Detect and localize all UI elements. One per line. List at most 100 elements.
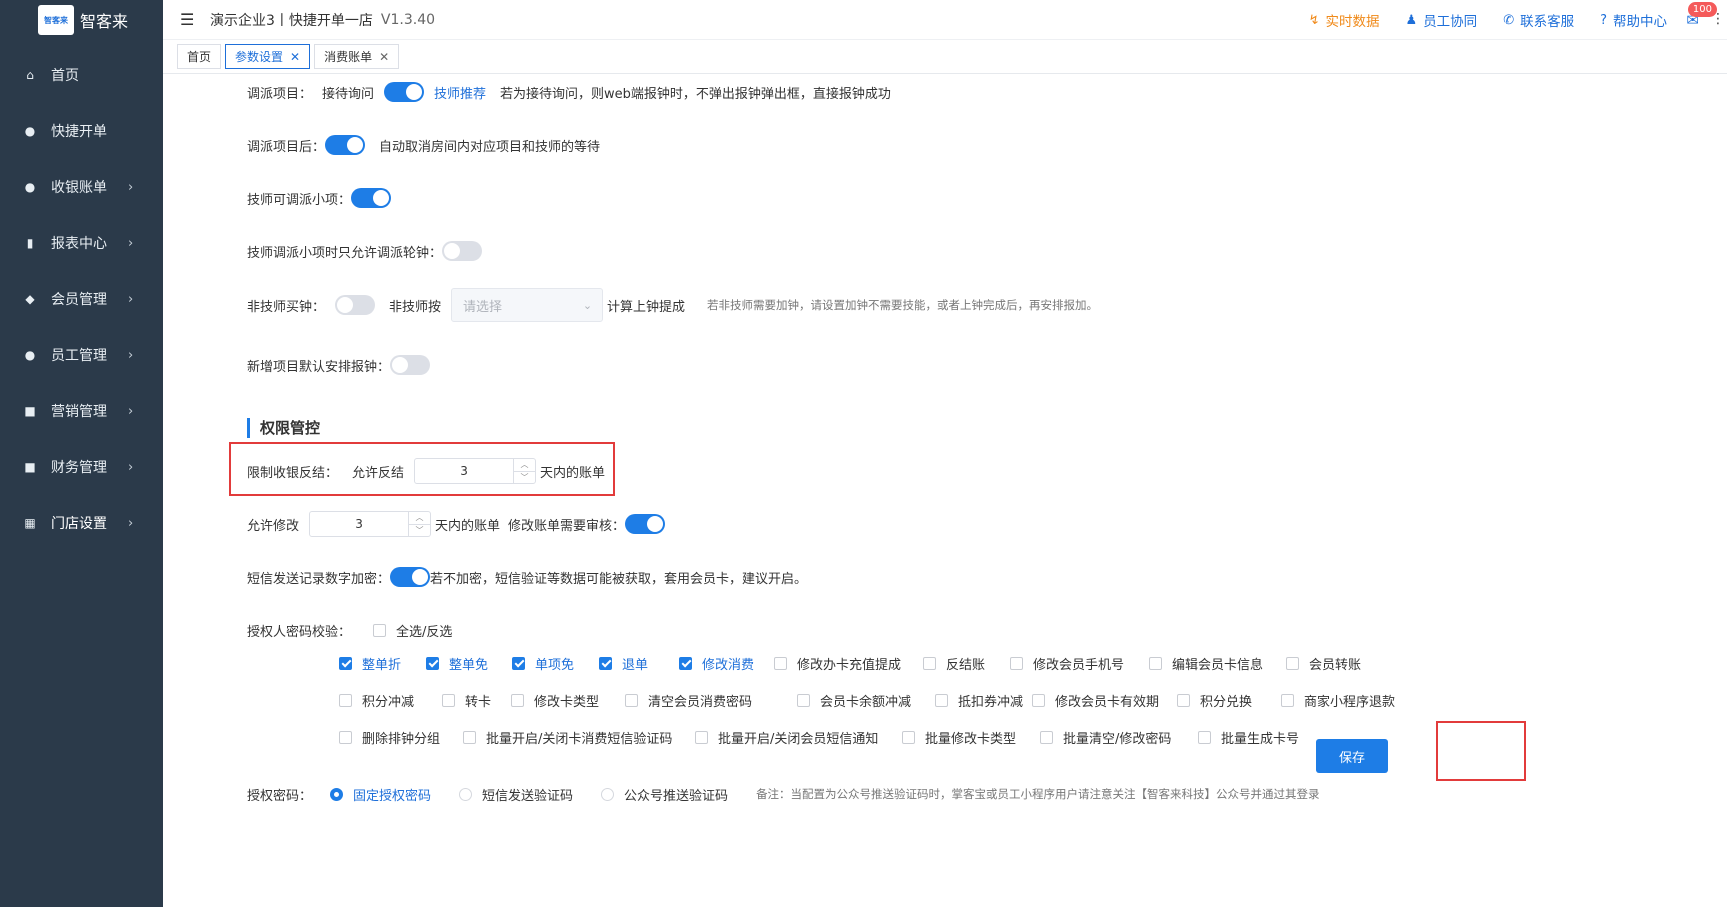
close-icon[interactable]: ✕ [290, 50, 300, 64]
permission-checkbox-item[interactable]: 修改会员卡有效期 [1032, 689, 1159, 711]
non-tech-toggle[interactable] [335, 295, 376, 315]
chevron-right-icon: › [128, 179, 134, 195]
permission-checkbox[interactable] [1010, 656, 1023, 670]
tab-1[interactable]: 参数设置 ✕ [225, 44, 311, 69]
new-item-toggle[interactable] [390, 355, 431, 375]
permission-checkbox-item[interactable]: 反结账 [923, 652, 985, 674]
permission-checkbox-item[interactable]: 清空会员消费密码 [625, 689, 752, 711]
permission-checkbox-item[interactable]: 商家小程序退款 [1281, 689, 1395, 711]
sidebar-item-6[interactable]: ■ 营销管理 › [0, 383, 163, 439]
stepper-up-icon[interactable]: ︿ [409, 512, 431, 525]
auth-password-option[interactable]: 短信发送验证码 [459, 785, 573, 804]
radio-button[interactable] [330, 787, 344, 801]
permission-checkbox-item[interactable]: 批量开启/关闭卡消费短信验证码 [463, 726, 672, 748]
permission-checkbox-item[interactable]: 批量开启/关闭会员短信通知 [695, 726, 878, 748]
permission-checkbox-item[interactable]: 批量修改卡类型 [902, 726, 1016, 748]
permission-checkbox-item[interactable]: 抵扣券冲减 [935, 689, 1023, 711]
permission-checkbox-item[interactable]: 批量生成卡号 [1198, 726, 1299, 748]
permission-checkbox[interactable] [1198, 730, 1211, 744]
permission-checkbox[interactable] [1149, 656, 1162, 670]
tab-0[interactable]: 首页 [177, 44, 222, 69]
top-link-1[interactable]: ♟ 员工协同 [1406, 10, 1478, 31]
dispatch-option-technician[interactable]: 技师推荐 [434, 83, 486, 102]
permission-checkbox[interactable] [339, 730, 352, 744]
stepper-up-icon[interactable]: ︿ [514, 459, 536, 472]
permission-checkbox[interactable] [426, 656, 439, 670]
permission-checkbox[interactable] [463, 730, 476, 744]
top-link-0[interactable]: ↯ 实时数据 [1309, 10, 1380, 31]
select-all-label[interactable]: 全选/反选 [396, 621, 452, 640]
permission-checkbox[interactable] [442, 693, 455, 707]
permission-checkbox-item[interactable]: 修改办卡充值提成 [774, 652, 901, 674]
tab-2[interactable]: 消费账单 ✕ [314, 44, 400, 69]
edit-review-toggle[interactable] [625, 514, 666, 534]
permission-checkbox[interactable] [679, 656, 692, 670]
sms-encrypt-toggle[interactable] [390, 567, 431, 587]
permission-checkbox-item[interactable]: 删除排钟分组 [339, 726, 440, 748]
dispatch-option-reception[interactable]: 接待询问 [322, 83, 374, 102]
permission-checkbox[interactable] [511, 693, 524, 707]
edit-days-stepper[interactable]: 3 ︿ ﹀ [309, 511, 432, 537]
permission-checkbox[interactable] [923, 656, 936, 670]
permission-checkbox-item[interactable]: 修改卡类型 [511, 689, 599, 711]
permission-checkbox[interactable] [512, 656, 525, 670]
permission-checkbox-item[interactable]: 编辑会员卡信息 [1149, 652, 1263, 674]
permission-checkbox[interactable] [695, 730, 708, 744]
sidebar-item-3[interactable]: ▮ 报表中心 › [0, 215, 163, 271]
sidebar-item-1[interactable]: ● 快捷开单 [0, 103, 163, 159]
auth-password-option[interactable]: 公众号推送验证码 [601, 785, 728, 804]
permission-checkbox[interactable] [1177, 693, 1190, 707]
sidebar-item-8[interactable]: ▦ 门店设置 › [0, 495, 163, 551]
close-icon[interactable]: ✕ [379, 50, 389, 64]
auth-password-option[interactable]: 固定授权密码 [330, 785, 431, 804]
sidebar-item-5[interactable]: ● 员工管理 › [0, 327, 163, 383]
tech-sub-only-toggle[interactable] [442, 241, 483, 261]
stepper-down-icon[interactable]: ﹀ [514, 472, 535, 484]
permission-checkbox[interactable] [774, 656, 787, 670]
permission-checkbox[interactable] [625, 693, 638, 707]
permission-checkbox-item[interactable]: 会员转账 [1286, 652, 1361, 674]
dispatch-toggle[interactable] [384, 82, 425, 102]
sidebar-item-7[interactable]: ■ 财务管理 › [0, 439, 163, 495]
permission-checkbox-item[interactable]: 单项免 [512, 652, 574, 674]
logo[interactable]: 智客来 智客来 [0, 0, 163, 40]
permission-checkbox-item[interactable]: 会员卡余额冲减 [797, 689, 911, 711]
radio-button[interactable] [601, 787, 615, 801]
allow-edit-label: 允许修改 [247, 518, 300, 534]
stepper-down-icon[interactable]: ﹀ [409, 525, 430, 537]
after-dispatch-toggle[interactable] [325, 135, 366, 155]
permission-checkbox[interactable] [599, 656, 612, 670]
select-all-checkbox[interactable] [373, 623, 387, 637]
permission-checkbox[interactable] [1286, 656, 1299, 670]
permission-checkbox-item[interactable]: 批量清空/修改密码 [1040, 726, 1171, 748]
permission-checkbox-item[interactable]: 积分冲减 [339, 689, 414, 711]
grid-icon: ▦ [24, 516, 36, 530]
permission-checkbox[interactable] [1040, 730, 1053, 744]
permission-checkbox[interactable] [902, 730, 915, 744]
permission-checkbox-item[interactable]: 积分兑换 [1177, 689, 1252, 711]
permission-checkbox-item[interactable]: 修改会员手机号 [1010, 652, 1124, 674]
top-link-3[interactable]: ? 帮助中心 [1600, 10, 1667, 31]
top-link-2[interactable]: ✆ 联系客服 [1503, 10, 1574, 31]
sidebar-item-4[interactable]: ◆ 会员管理 › [0, 271, 163, 327]
permission-checkbox-item[interactable]: 退单 [599, 652, 648, 674]
tech-sub-toggle[interactable] [351, 188, 392, 208]
sidebar-item-0[interactable]: ⌂ 首页 [0, 47, 163, 103]
permission-checkbox-item[interactable]: 修改消费 [679, 652, 754, 674]
permission-checkbox[interactable] [339, 693, 352, 707]
permission-checkbox-item[interactable]: 整单折 [339, 652, 401, 674]
permission-checkbox[interactable] [797, 693, 810, 707]
permission-checkbox[interactable] [1032, 693, 1045, 707]
save-button[interactable]: 保存 [1316, 739, 1388, 773]
non-tech-select[interactable]: 请选择 ⌄ [451, 288, 604, 322]
permission-checkbox-item[interactable]: 转卡 [442, 689, 491, 711]
permission-checkbox[interactable] [339, 656, 352, 670]
permission-checkbox[interactable] [1281, 693, 1294, 707]
sidebar-item-2[interactable]: ● 收银账单 › [0, 159, 163, 215]
menu-toggle-icon[interactable]: ☰ [180, 10, 198, 29]
permission-checkbox-item[interactable]: 整单免 [426, 652, 488, 674]
radio-button[interactable] [459, 787, 473, 801]
unsettle-days-stepper[interactable]: 3 ︿ ﹀ [414, 458, 537, 484]
expand-icon[interactable]: ⋮ [1711, 11, 1725, 27]
permission-checkbox[interactable] [935, 693, 948, 707]
